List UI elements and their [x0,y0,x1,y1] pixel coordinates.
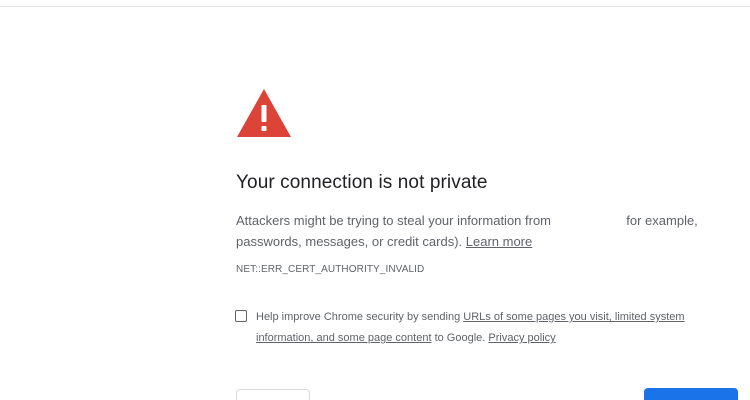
security-reporting-line-2: information, and some page content to Go… [256,328,696,349]
main-message-line-2: passwords, messages, or credit cards). L… [236,231,706,252]
back-to-safety-button[interactable] [644,388,738,400]
privacy-error-page: Your connection is not private Attackers… [0,0,750,400]
browser-content-top-edge [0,0,750,7]
main-message-text-examples: passwords, messages, or credit cards). [236,234,463,249]
privacy-policy-link[interactable]: Privacy policy [488,332,555,344]
security-reporting-line-1: Help improve Chrome security by sending … [256,307,696,328]
security-reporting-details-link[interactable]: URLs of some pages you visit, limited sy… [463,311,684,323]
advanced-button[interactable] [236,389,310,400]
error-code: NET::ERR_CERT_AUTHORITY_INVALID [236,264,425,275]
main-message-text: Attackers might be trying to steal your … [236,213,552,228]
main-message-line-1: Attackers might be trying to steal your … [236,210,706,231]
warning-triangle-icon [237,89,291,137]
learn-more-link[interactable]: Learn more [466,234,532,249]
page-title: Your connection is not private [236,172,488,193]
security-reporting-label: Help improve Chrome security by sending … [256,307,696,349]
security-reporting-checkbox[interactable] [235,310,247,322]
main-message-text-continued: for example, [626,213,698,228]
main-message: Attackers might be trying to steal your … [236,210,706,252]
security-reporting-details-link-continued[interactable]: information, and some page content [256,332,432,344]
security-reporting-text: Help improve Chrome security by sending [256,311,461,323]
security-reporting-text-continued: to Google. [434,332,486,344]
